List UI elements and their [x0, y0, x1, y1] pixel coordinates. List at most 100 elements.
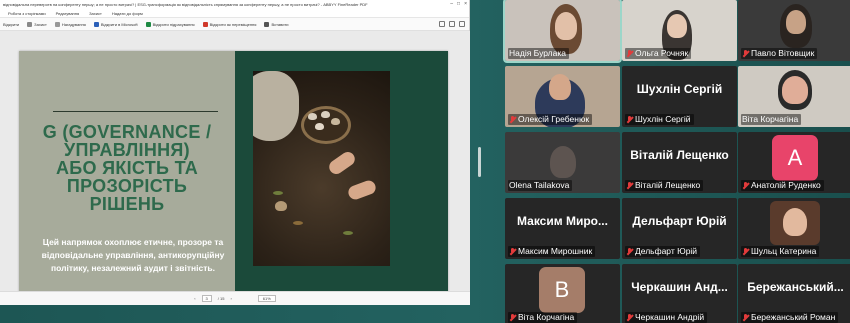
protect-button[interactable]: Захист: [27, 21, 47, 27]
participant-tile[interactable]: Бережанський... Бережанський Роман: [738, 264, 850, 323]
participant-name-label: Дельфарт Юрій: [625, 246, 701, 257]
search-icon[interactable]: [459, 21, 465, 27]
shared-screen-pdf-window: відповідальна переверотв на конференту п…: [0, 0, 470, 305]
participant-name: Павло Вітовщик: [751, 48, 815, 58]
participant-tile[interactable]: В Віта Корчагіна: [505, 264, 620, 323]
participant-name: Шухлін Сергій: [635, 114, 691, 124]
menu-item-pages[interactable]: Робота з сторінками: [8, 9, 46, 17]
slide-text-panel: G (GOVERNANCE / УПРАВЛІННЯ) АБО ЯКІСТЬ Т…: [19, 51, 235, 297]
participant-tile[interactable]: Павло Вітовщик: [738, 0, 850, 61]
slide-title-line: АБО ЯКІСТЬ ТА: [55, 158, 199, 178]
open-count-button[interactable]: Відкрити підрахування: [145, 21, 195, 27]
window-title: відповідальна переверотв на конференту п…: [3, 2, 368, 7]
shield-icon: [27, 21, 33, 27]
muted-mic-icon: [742, 247, 749, 256]
participant-display-name: Максим Миро...: [517, 214, 608, 228]
menu-item-forms[interactable]: Надати до форм: [112, 9, 143, 17]
muted-mic-icon: [742, 49, 749, 58]
participant-name: Надія Бурлака: [509, 48, 566, 58]
pdf-icon: [202, 21, 208, 27]
participant-name-label: Olena Tailakova: [508, 180, 573, 191]
participant-tile[interactable]: Максим Миро... Максим Мирошник: [505, 198, 620, 259]
muted-mic-icon: [626, 115, 633, 124]
participant-name-label: Ольга Рочняк: [625, 48, 692, 59]
participant-tile[interactable]: Шухлін Сергій Шухлін Сергій: [622, 66, 737, 127]
leaf-shape: [343, 231, 353, 235]
participant-face: [786, 10, 806, 34]
avatar: А: [772, 135, 818, 181]
participant-tile[interactable]: Шульц Катерина: [738, 198, 850, 259]
page-number-input[interactable]: 3: [201, 295, 212, 302]
mushroom-shape: [331, 118, 340, 125]
participant-face: [783, 208, 807, 236]
participant-name-label: Олексій Гребенюк: [508, 114, 593, 125]
excel-icon: [145, 21, 151, 27]
window-titlebar: відповідальна переверотв на конференту п…: [0, 0, 469, 9]
participant-name-label: Надія Бурлака: [508, 48, 569, 59]
open-count-label: Відкрити підрахування: [152, 21, 195, 27]
zoom-select[interactable]: 61%: [257, 295, 276, 302]
participant-name-label: Віта Корчагіна: [741, 114, 802, 125]
open-button[interactable]: Відкрити: [3, 22, 19, 27]
panel-resize-handle[interactable]: [478, 147, 481, 177]
muted-mic-icon: [626, 313, 633, 322]
hand-tool-icon[interactable]: [449, 21, 455, 27]
muted-mic-icon: [509, 313, 516, 322]
participant-name-label: Віталій Лещенко: [625, 180, 704, 191]
participant-tile[interactable]: А Анатолій Руденко: [738, 132, 850, 193]
close-icon[interactable]: ×: [464, 0, 467, 9]
participant-display-name: Бережанський...: [747, 280, 844, 294]
window-controls: – □ ×: [450, 0, 467, 9]
participant-tile[interactable]: Ольга Рочняк: [622, 0, 737, 61]
reminder-label: Нагадування: [61, 21, 86, 27]
reminder-button[interactable]: Нагадування: [54, 21, 86, 27]
participant-name-label: Павло Вітовщик: [741, 48, 818, 59]
protect-label: Захист: [34, 21, 47, 27]
participant-name-label: Черкашин Андрій: [625, 312, 708, 323]
muted-mic-icon: [509, 115, 516, 124]
minimize-icon[interactable]: –: [450, 0, 453, 9]
word-icon: [93, 21, 99, 27]
participant-name: Анатолій Руденко: [751, 180, 821, 190]
participant-tile[interactable]: Дельфарт Юрій Дельфарт Юрій: [622, 198, 737, 259]
participant-name: Максим Мирошник: [518, 246, 593, 256]
participant-video: [550, 146, 576, 178]
participant-name: Ольга Рочняк: [635, 48, 689, 58]
participant-name-label: Бережанський Роман: [741, 312, 839, 323]
select-tool-icon[interactable]: [439, 21, 445, 27]
slide-title: G (GOVERNANCE / УПРАВЛІННЯ) АБО ЯКІСТЬ Т…: [31, 123, 223, 213]
participant-tile[interactable]: Віталій Лещенко Віталій Лещенко: [622, 132, 737, 193]
slide-divider-line: [53, 111, 218, 112]
menu-item-edit[interactable]: Редагування: [56, 9, 80, 17]
participant-tile[interactable]: Віта Корчагіна: [738, 66, 850, 127]
participant-name: Дельфарт Юрій: [635, 246, 698, 256]
insert-button[interactable]: Вставити: [264, 21, 289, 27]
participant-tile[interactable]: Олексій Гребенюк: [505, 66, 620, 127]
muted-mic-icon: [509, 247, 516, 256]
participant-tile[interactable]: Надія Бурлака: [503, 0, 622, 63]
participant-face: [782, 76, 808, 104]
participant-name-label: Максим Мирошник: [508, 246, 596, 257]
muted-mic-icon: [626, 181, 633, 190]
avatar: В: [539, 267, 585, 313]
menu-item-protect[interactable]: Захист: [89, 9, 102, 17]
participant-name: Віта Корчагіна: [742, 114, 799, 124]
open-word-button[interactable]: Відкрити в Microsoft: [93, 21, 138, 27]
participant-face: [667, 14, 687, 38]
participant-tile[interactable]: Olena Tailakova: [505, 132, 620, 193]
participant-tile[interactable]: Черкашин Анд... Черкашин Андрій: [622, 264, 737, 323]
leaf-shape: [273, 191, 283, 195]
prev-page-icon[interactable]: ‹: [194, 296, 195, 301]
slide-photo-panel: [235, 51, 448, 297]
menu-bar: Робота з сторінками Редагування Захист Н…: [0, 9, 469, 18]
participant-name: Черкашин Андрій: [635, 312, 705, 322]
document-viewport[interactable]: G (GOVERNANCE / УПРАВЛІННЯ) АБО ЯКІСТЬ Т…: [0, 31, 470, 297]
maximize-icon[interactable]: □: [457, 0, 460, 9]
participant-face: [549, 74, 571, 100]
next-page-icon[interactable]: ›: [230, 296, 231, 301]
muted-mic-icon: [742, 181, 749, 190]
toolbar: Відкрити Захист Нагадування Відкрити в M…: [0, 18, 469, 31]
mushroom-shape: [321, 111, 330, 118]
open-move-button[interactable]: Відкрити як переміщення: [202, 21, 256, 27]
muted-mic-icon: [626, 49, 633, 58]
